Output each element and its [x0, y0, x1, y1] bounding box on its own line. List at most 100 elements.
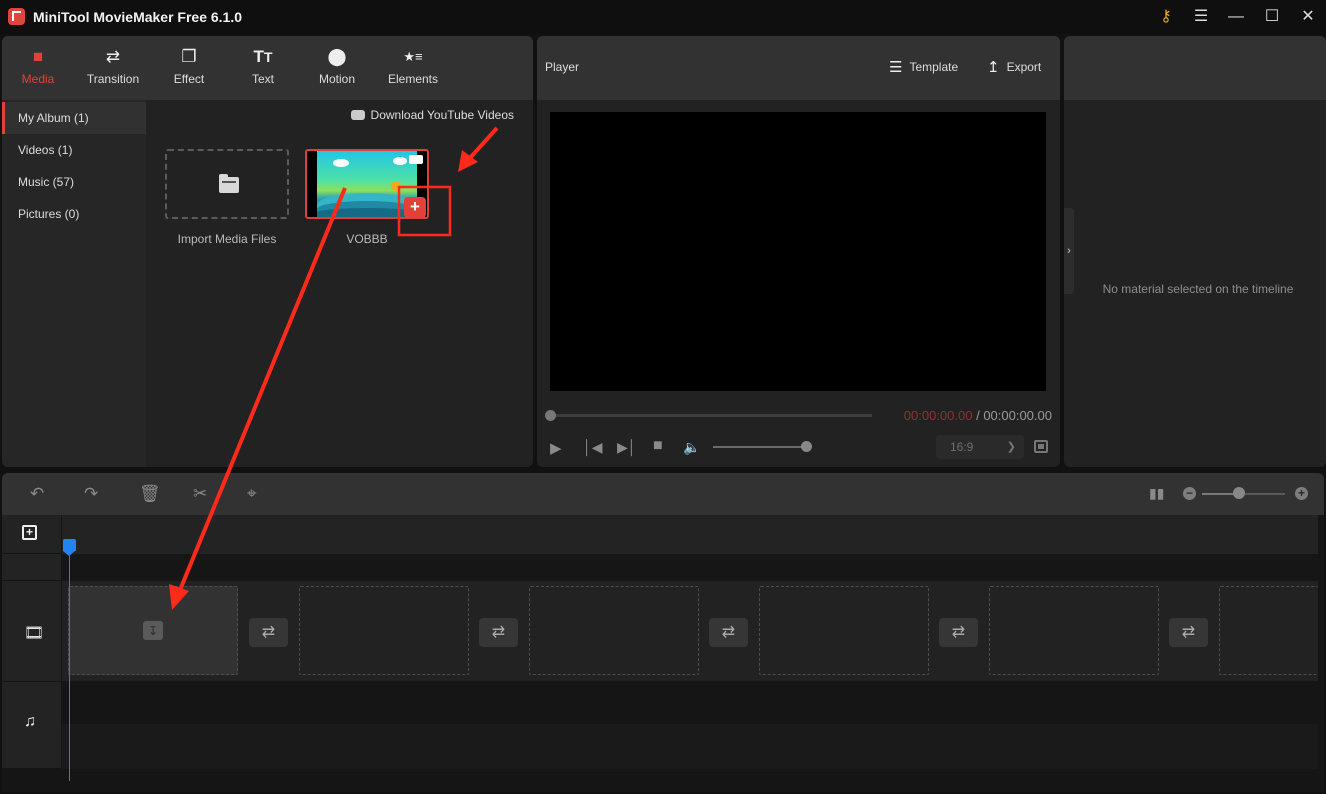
- video-track-icon: 🎞: [24, 625, 45, 642]
- zoom-handle[interactable]: [1233, 487, 1246, 499]
- star-list-icon: ★≡: [403, 49, 423, 64]
- transition-button[interactable]: ⇄: [479, 618, 518, 647]
- play-icon[interactable]: ▶: [550, 439, 562, 457]
- menu-icon[interactable]: ☰: [1189, 6, 1213, 28]
- seek-handle[interactable]: [545, 410, 556, 421]
- media-sidebar: My Album (1) Videos (1) Music (57) Pictu…: [2, 100, 146, 467]
- collapse-panel-button[interactable]: ›: [1064, 208, 1074, 294]
- sidebar-item-pictures[interactable]: Pictures (0): [2, 198, 146, 230]
- video-slot[interactable]: [759, 586, 929, 675]
- media-panel: ■ Media ⇄ Transition ❐ Effect TT Text ⬤ …: [2, 36, 533, 467]
- volume-icon[interactable]: 🔈: [683, 439, 700, 456]
- text-tt-icon: TT: [253, 47, 273, 66]
- cloud-shape: [333, 159, 349, 167]
- stop-icon[interactable]: ■: [653, 437, 663, 455]
- video-track: ↧ ⇄ ⇄ ⇄ ⇄ ⇄: [62, 581, 1318, 681]
- video-slot[interactable]: [529, 586, 699, 675]
- swap-arrows-icon: ⇄: [721, 624, 736, 641]
- media-item-name: VOBBB: [346, 232, 388, 246]
- tab-transition[interactable]: ⇄ Transition: [81, 46, 145, 86]
- fit-timeline-icon[interactable]: ▮▮: [1149, 485, 1164, 502]
- sun-shape: [391, 181, 401, 191]
- video-camera-icon: [409, 155, 423, 164]
- app-title: MiniTool MovieMaker Free 6.1.0: [33, 9, 243, 25]
- tab-effect[interactable]: ❐ Effect: [157, 46, 221, 86]
- transition-button[interactable]: ⇄: [939, 618, 978, 647]
- properties-panel: › No material selected on the timeline: [1064, 36, 1326, 467]
- video-slot[interactable]: ↧: [68, 586, 238, 675]
- previous-frame-icon[interactable]: │◀: [583, 439, 603, 456]
- layers-icon: ☰: [889, 59, 903, 76]
- export-button[interactable]: ↥ Export: [987, 58, 1041, 76]
- video-slot[interactable]: [299, 586, 469, 675]
- minimize-icon[interactable]: —: [1224, 6, 1248, 28]
- title-bar: MiniTool MovieMaker Free 6.1.0 ⚷ ☰ — ☐ ✕: [0, 0, 1326, 34]
- timeline-ruler-gap: [62, 554, 1318, 581]
- download-youtube-link[interactable]: Download YouTube Videos: [350, 108, 514, 122]
- crop-icon[interactable]: ⌖: [247, 484, 257, 504]
- import-media-button[interactable]: [165, 149, 289, 219]
- cloud-shape: [393, 157, 407, 165]
- aspect-ratio-select[interactable]: 16:9 ❯: [936, 435, 1024, 459]
- tab-label: Motion: [318, 72, 356, 86]
- timeline-ruler[interactable]: [62, 515, 1318, 554]
- transition-button[interactable]: ⇄: [1169, 618, 1208, 647]
- video-preview[interactable]: [550, 112, 1046, 391]
- tab-text[interactable]: TT Text: [231, 46, 295, 86]
- timecode: 00:00:00.00 / 00:00:00.00: [904, 408, 1052, 423]
- main-toolbar: ■ Media ⇄ Transition ❐ Effect TT Text ⬤ …: [2, 36, 533, 100]
- seek-bar[interactable]: [545, 410, 872, 421]
- chevron-right-icon: ›: [1067, 245, 1071, 257]
- sidebar-item-videos[interactable]: Videos (1): [2, 134, 146, 166]
- timeline: + 🎞 ♫ ↧ ⇄ ⇄ ⇄ ⇄ ⇄: [2, 515, 1324, 792]
- playhead-handle[interactable]: [63, 539, 76, 556]
- audio-track-header: ♫: [2, 682, 61, 769]
- tab-label: Effect: [173, 72, 205, 86]
- next-frame-icon[interactable]: ▶│: [617, 439, 637, 456]
- time-separator: /: [972, 408, 984, 423]
- volume-slider[interactable]: [713, 446, 807, 448]
- import-media-label: Import Media Files: [177, 232, 277, 246]
- upload-icon: ↥: [987, 59, 1000, 76]
- maximize-icon[interactable]: ☐: [1260, 6, 1284, 28]
- video-track-header: 🎞: [2, 581, 61, 682]
- download-youtube-label: Download YouTube Videos: [370, 108, 514, 122]
- swap-arrows-icon: ⇄: [491, 624, 506, 641]
- template-label: Template: [909, 60, 959, 74]
- delete-icon[interactable]: 🗑: [139, 484, 161, 504]
- video-thumbnail-image: [317, 151, 417, 217]
- transition-button[interactable]: ⇄: [709, 618, 748, 647]
- folder-icon: [219, 174, 239, 193]
- redo-icon[interactable]: ↷: [84, 484, 98, 504]
- split-icon[interactable]: ✂: [193, 484, 207, 504]
- sidebar-item-my-album[interactable]: My Album (1): [2, 102, 146, 134]
- close-icon[interactable]: ✕: [1296, 6, 1320, 28]
- sidebar-item-music[interactable]: Music (57): [2, 166, 146, 198]
- tab-motion[interactable]: ⬤ Motion: [305, 46, 369, 86]
- swap-arrows-icon: ⇄: [105, 47, 121, 66]
- key-icon[interactable]: ⚷: [1154, 6, 1178, 28]
- tab-media[interactable]: ■ Media: [6, 46, 70, 86]
- add-track-icon[interactable]: +: [22, 525, 37, 540]
- motion-circle-icon: ⬤: [327, 47, 347, 66]
- current-time: 00:00:00.00: [903, 408, 973, 423]
- tab-elements[interactable]: ★≡ Elements: [381, 46, 445, 86]
- tab-label: Transition: [86, 72, 140, 86]
- zoom-out-icon[interactable]: −: [1183, 487, 1196, 500]
- zoom-in-icon[interactable]: +: [1295, 487, 1308, 500]
- player-title: Player: [545, 60, 580, 74]
- video-slot[interactable]: [1219, 586, 1318, 675]
- swap-arrows-icon: ⇄: [1181, 624, 1196, 641]
- audio-track[interactable]: [62, 724, 1318, 769]
- ruler-track-header: [2, 554, 61, 581]
- player-header: Player ☰ Template ↥ Export: [537, 36, 1060, 100]
- volume-handle[interactable]: [801, 441, 812, 452]
- transition-button[interactable]: ⇄: [249, 618, 288, 647]
- fullscreen-icon[interactable]: [1034, 440, 1048, 453]
- tab-label: Text: [251, 72, 274, 86]
- template-button[interactable]: ☰ Template: [889, 58, 958, 76]
- add-to-timeline-button[interactable]: +: [404, 197, 426, 218]
- video-slot[interactable]: [989, 586, 1159, 675]
- undo-icon[interactable]: ↶: [30, 484, 44, 504]
- layers-square-icon: ❐: [181, 47, 197, 66]
